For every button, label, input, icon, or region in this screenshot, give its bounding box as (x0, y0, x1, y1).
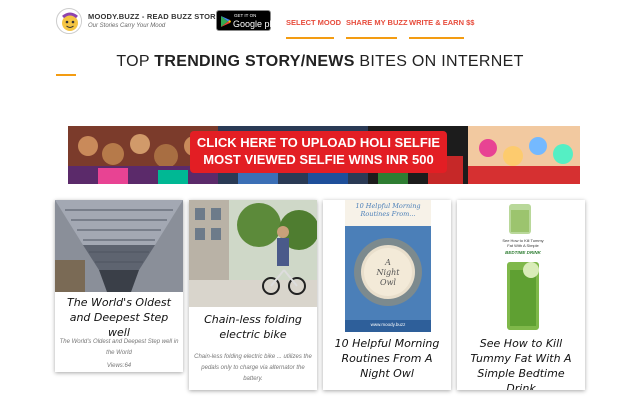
bedtime-drink-image (501, 200, 545, 332)
story-card-title[interactable]: The World's Oldest and Deepest Step well (59, 295, 179, 340)
story-card[interactable]: Chain-less folding electric bike Chain-l… (189, 200, 317, 390)
google-play-icon (221, 16, 231, 27)
owl-image-footer: www.moody.buzz (370, 322, 406, 327)
story-card-desc: The World's Oldest and Deepest Step well… (59, 339, 179, 356)
play-badge-top: GET IT ON (234, 13, 257, 18)
headline-part2: BITES ON INTERNET (354, 53, 524, 70)
headline-part1: TOP (116, 53, 155, 70)
nav-share-my-buzz-underline (346, 37, 397, 39)
headline-bold: TRENDING STORY/NEWS (154, 53, 355, 70)
banner-line2: MOST VIEWED SELFIE WINS INR 500 (203, 152, 434, 167)
story-card-image: See How to Kill Tummy Fat With A Simple … (501, 200, 545, 332)
site-logo[interactable] (56, 8, 82, 34)
owl-image-cup-text: A Night Owl (345, 258, 431, 288)
google-play-badge[interactable]: GET IT ON Google play (216, 10, 281, 31)
owl-image-heading: 10 Helpful Morning Routines From... (355, 202, 421, 218)
story-card-image (189, 200, 317, 307)
story-card-image: 10 Helpful Morning Routines From... A Ni… (345, 200, 431, 332)
stepwell-image (55, 200, 183, 292)
nav-select-mood[interactable]: SELECT MOOD (286, 18, 341, 27)
owl-cup-line3: Owl (380, 278, 396, 287)
banner-line1: CLICK HERE TO UPLOAD HOLI SELFIE (196, 135, 441, 150)
drink-image-caption2: BEDTIME DRINK (505, 250, 541, 255)
drink-image-caption1: See How to Kill Tummy Fat With A Simple (502, 238, 544, 248)
owl-cup-line1: A (385, 258, 391, 267)
page-headline: TOP TRENDING STORY/NEWS BITES ON INTERNE… (0, 53, 640, 71)
owl-cup-line2: Night (376, 268, 400, 277)
site-tagline: Our Stories Carry Your Mood (88, 23, 166, 29)
story-card-image (55, 200, 183, 292)
story-card-title[interactable]: Chain-less folding electric bike (193, 312, 313, 342)
brand[interactable]: MOODY.BUZZ - READ BUZZ STORIES Our Stori… (88, 12, 228, 29)
site-header: MOODY.BUZZ - READ BUZZ STORIES Our Stori… (0, 0, 640, 44)
story-card[interactable]: The World's Oldest and Deepest Step well… (55, 200, 183, 372)
headline-accent-line (56, 74, 76, 76)
logo-emoji-icon (58, 10, 81, 33)
story-card-views: Views:64 (106, 363, 132, 369)
story-card-title[interactable]: 10 Helpful Morning Routines From A Night… (327, 336, 447, 381)
story-card[interactable]: 10 Helpful Morning Routines From... A Ni… (323, 200, 451, 390)
story-card[interactable]: See How to Kill Tummy Fat With A Simple … (457, 200, 585, 390)
nav-write-earn[interactable]: WRITE & EARN $$ (409, 18, 474, 27)
nav-select-mood-underline (286, 37, 334, 39)
story-card-title[interactable]: See How to Kill Tummy Fat With A Simple … (461, 336, 581, 390)
site-title: MOODY.BUZZ - READ BUZZ STORIES (88, 12, 229, 21)
play-badge-main: Google play (233, 19, 282, 29)
upload-selfie-cta[interactable]: CLICK HERE TO UPLOAD HOLI SELFIE MOST VI… (190, 131, 447, 173)
folding-bike-image (189, 200, 317, 307)
nav-write-earn-underline (409, 37, 464, 39)
story-card-desc: Chain-less folding electric bike ... uti… (194, 354, 312, 382)
nav-share-my-buzz[interactable]: SHARE MY BUZZ (346, 18, 408, 27)
